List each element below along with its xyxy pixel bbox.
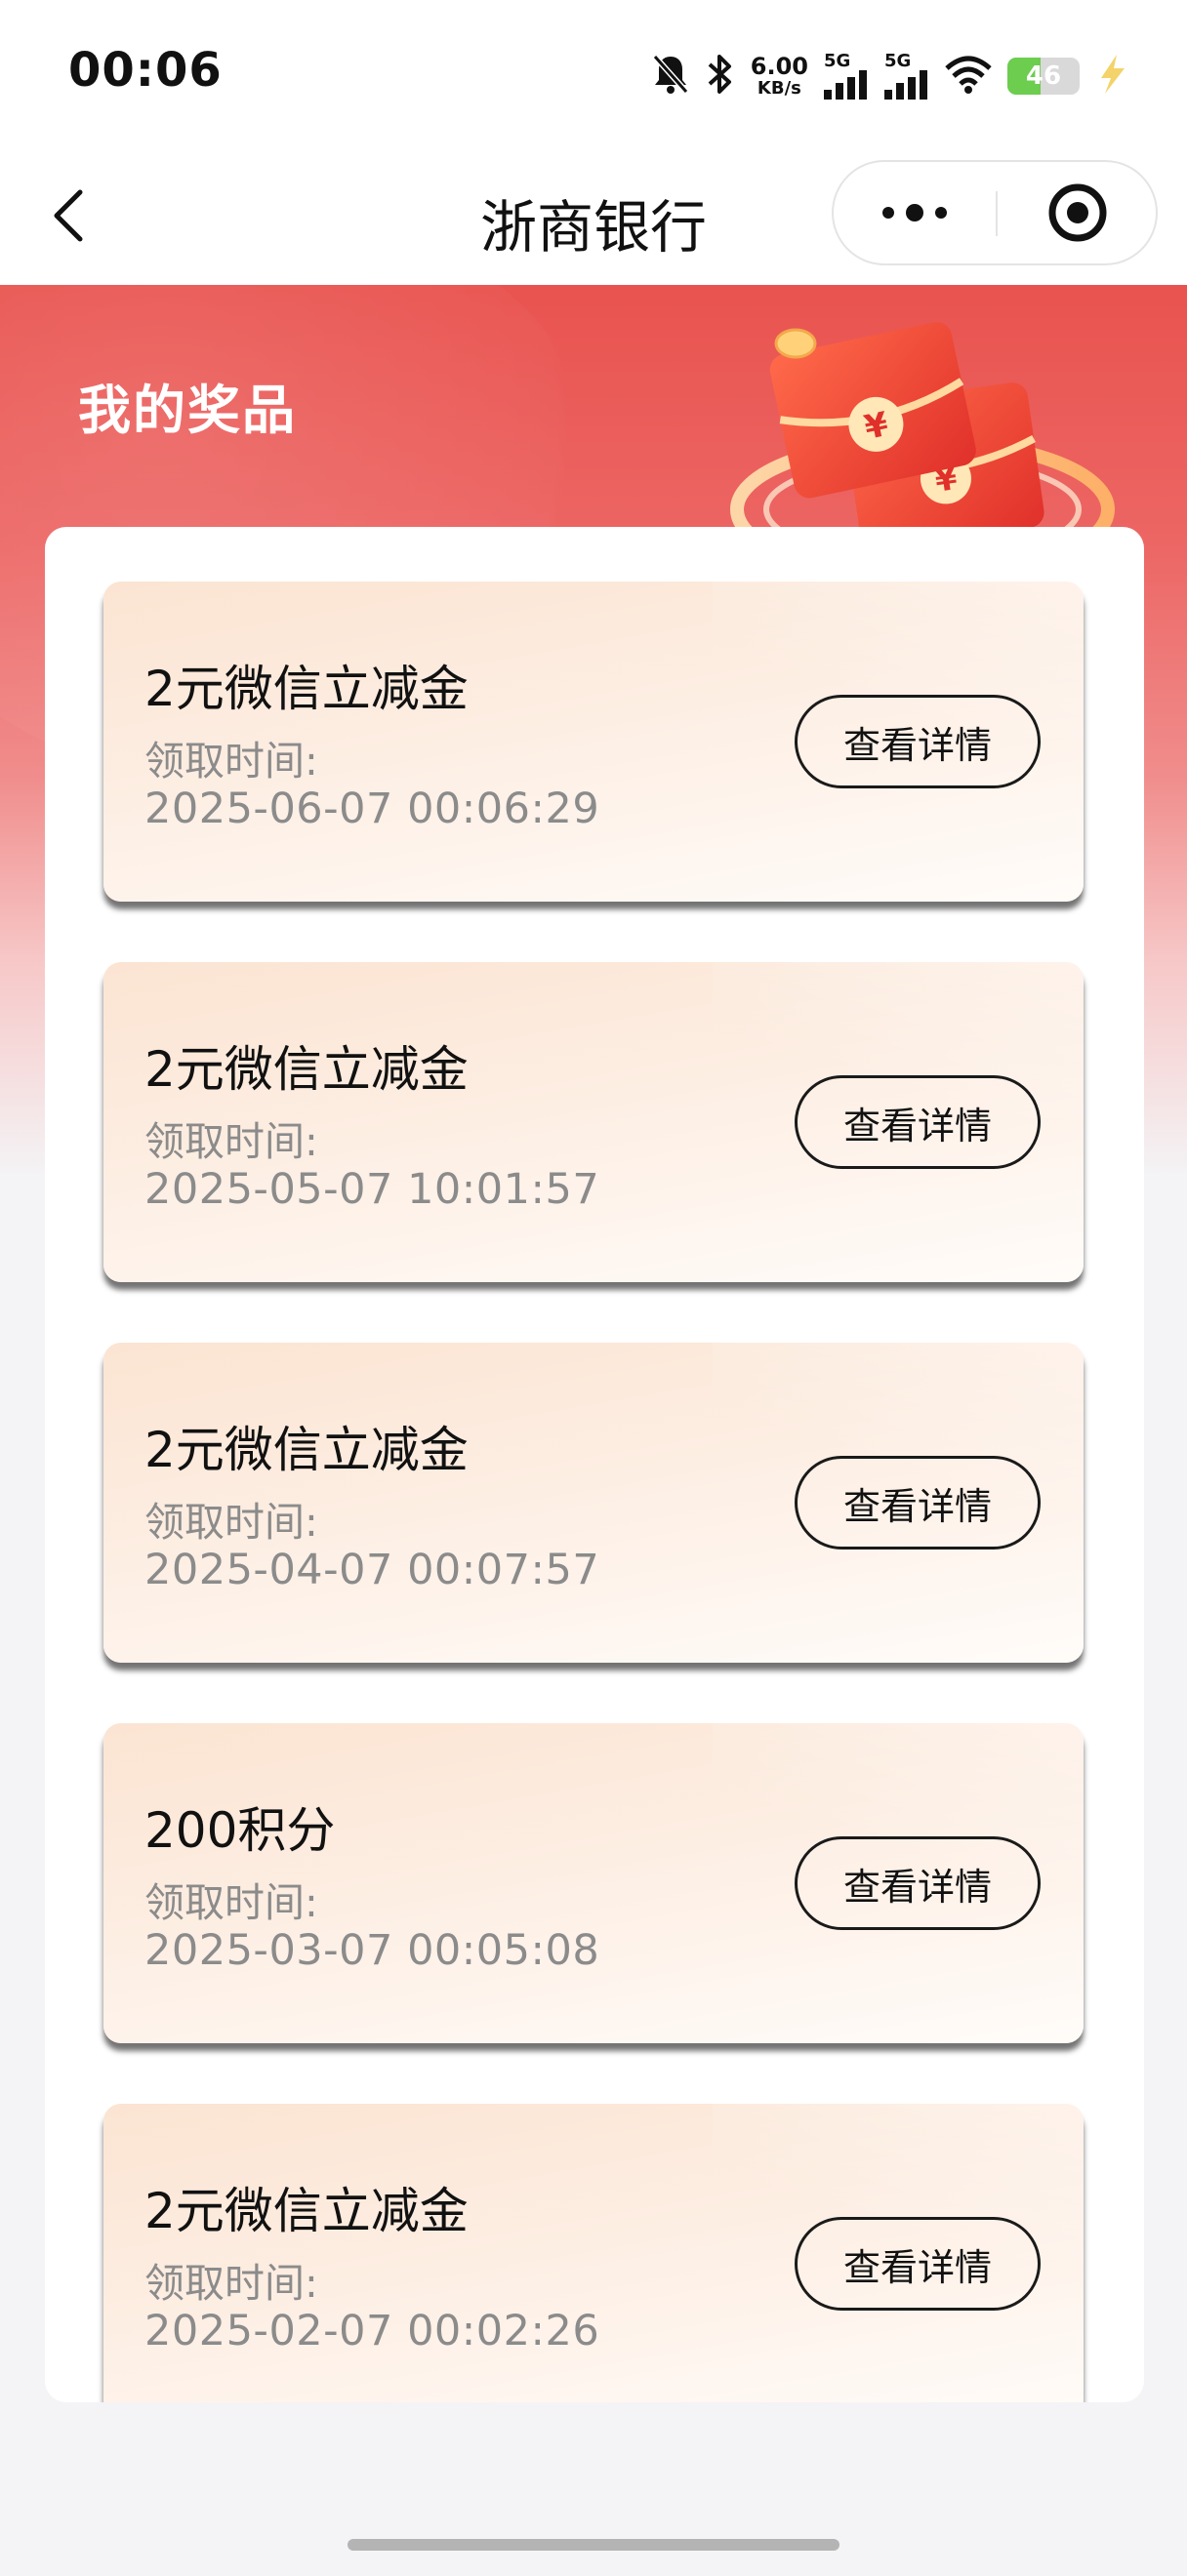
prize-card: 2元微信立减金 领取时间: 2025-05-07 10:01:57 查看详情 (103, 962, 1084, 1282)
wifi-icon (945, 55, 992, 98)
battery-indicator: 46 (1007, 58, 1080, 95)
signal-5g-2: 5G (884, 53, 929, 100)
claim-time-label: 领取时间: (144, 2260, 318, 2307)
network-speed-value: 6.00 (750, 53, 808, 80)
prize-card: 2元微信立减金 领取时间: 2025-02-07 00:02:26 查看详情 (103, 2104, 1084, 2402)
prize-name: 2元微信立减金 (144, 1422, 469, 1478)
claim-time: 2025-02-07 00:02:26 (144, 2307, 600, 2355)
claim-time: 2025-05-07 10:01:57 (144, 1165, 600, 1214)
claim-time-label: 领取时间: (144, 1879, 318, 1926)
claim-time: 2025-03-07 00:05:08 (144, 1926, 600, 1975)
view-details-button[interactable]: 查看详情 (795, 1075, 1041, 1169)
charging-icon (1095, 53, 1128, 100)
home-indicator[interactable] (348, 2539, 839, 2551)
status-icons: 6.00 KB/s 5G 5G 46 (651, 47, 1128, 105)
prize-name: 200积分 (144, 1802, 336, 1859)
status-time: 00:06 (68, 43, 223, 98)
status-bar: 00:06 6.00 KB/s 5G 5G 46 (0, 0, 1187, 146)
prize-name: 2元微信立减金 (144, 661, 469, 717)
view-details-button[interactable]: 查看详情 (795, 695, 1041, 788)
view-details-button[interactable]: 查看详情 (795, 1456, 1041, 1550)
prize-name: 2元微信立减金 (144, 1041, 469, 1098)
prize-card: 2元微信立减金 领取时间: 2025-06-07 00:06:29 查看详情 (103, 582, 1084, 902)
prize-card: 200积分 领取时间: 2025-03-07 00:05:08 查看详情 (103, 1723, 1084, 2043)
target-close-icon (1048, 183, 1107, 242)
hero-title: 我的奖品 (78, 380, 297, 441)
battery-level: 46 (1025, 61, 1062, 91)
signal-5g-1: 5G (824, 53, 869, 100)
more-dots-icon (882, 204, 947, 221)
view-details-button[interactable]: 查看详情 (795, 2217, 1041, 2311)
signal-5g-label: 5G (884, 51, 912, 71)
nav-bar: 浙商银行 (0, 146, 1187, 285)
more-button[interactable] (834, 162, 996, 263)
prize-card: 2元微信立减金 领取时间: 2025-04-07 00:07:57 查看详情 (103, 1343, 1084, 1663)
bluetooth-icon (706, 53, 735, 100)
prize-list: 2元微信立减金 领取时间: 2025-06-07 00:06:29 查看详情 2… (45, 527, 1144, 2402)
claim-time-label: 领取时间: (144, 738, 318, 785)
claim-time-label: 领取时间: (144, 1118, 318, 1165)
mute-bell-icon (651, 53, 690, 100)
mini-program-capsule (832, 160, 1158, 265)
close-mini-program-button[interactable] (998, 162, 1158, 263)
prize-name: 2元微信立减金 (144, 2183, 469, 2239)
claim-time: 2025-04-07 00:07:57 (144, 1546, 600, 1594)
view-details-button[interactable]: 查看详情 (795, 1836, 1041, 1930)
network-speed-unit: KB/s (757, 78, 801, 99)
signal-5g-label: 5G (824, 51, 851, 71)
claim-time: 2025-06-07 00:06:29 (144, 785, 600, 833)
signal-bars-icon (884, 70, 927, 100)
network-speed: 6.00 KB/s (751, 55, 808, 98)
claim-time-label: 领取时间: (144, 1499, 318, 1546)
signal-bars-icon (824, 70, 867, 100)
